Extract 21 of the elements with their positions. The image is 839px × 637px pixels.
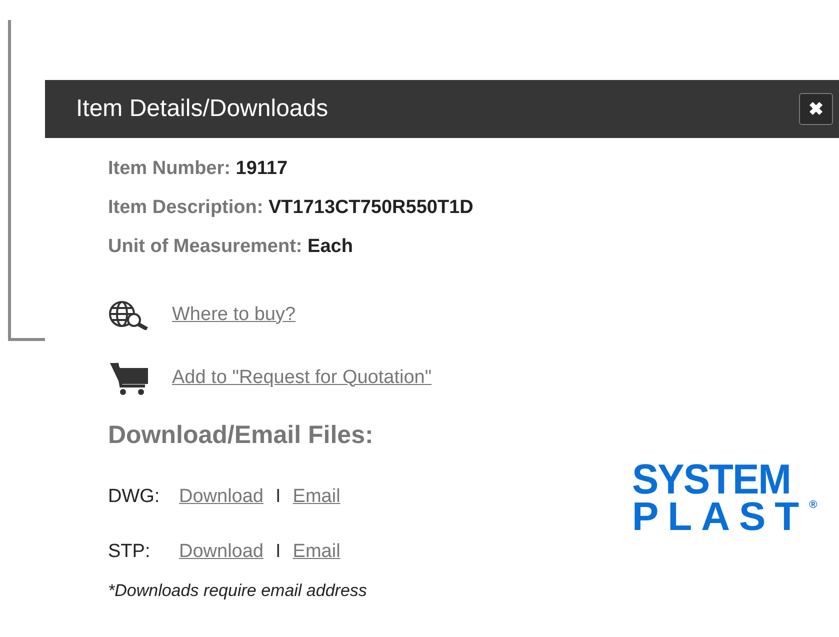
action-link[interactable]: Add to "Request for Quotation" xyxy=(172,366,432,388)
registered-mark: ® xyxy=(809,499,818,511)
action-link[interactable]: Where to buy? xyxy=(172,304,296,326)
logo-text: PLAST xyxy=(632,499,808,535)
file-type-label: STP: xyxy=(108,540,152,562)
download-link[interactable]: Download xyxy=(179,486,264,508)
detail-line: Unit of Measurement: Each xyxy=(108,235,354,259)
download-link[interactable]: Download xyxy=(179,540,264,562)
link-separator: I xyxy=(276,486,281,508)
email-link[interactable]: Email xyxy=(292,540,340,562)
footnote: *Downloads require email address xyxy=(108,581,368,601)
link-separator: I xyxy=(276,540,281,562)
detail-line: Item Description: VT1713CT750R550T1D xyxy=(108,196,474,220)
file-type-label: DWG: xyxy=(108,486,161,508)
globe-search-icon xyxy=(108,300,150,330)
dialog-title: Item Details/Downloads xyxy=(76,95,328,123)
section-heading: Download/Email Files: xyxy=(108,420,374,451)
logo-text: SYSTEM xyxy=(632,460,790,500)
close-button[interactable]: ✖ xyxy=(799,93,833,125)
email-link[interactable]: Email xyxy=(292,486,340,508)
detail-line: Item Number: 19117 xyxy=(108,157,289,181)
